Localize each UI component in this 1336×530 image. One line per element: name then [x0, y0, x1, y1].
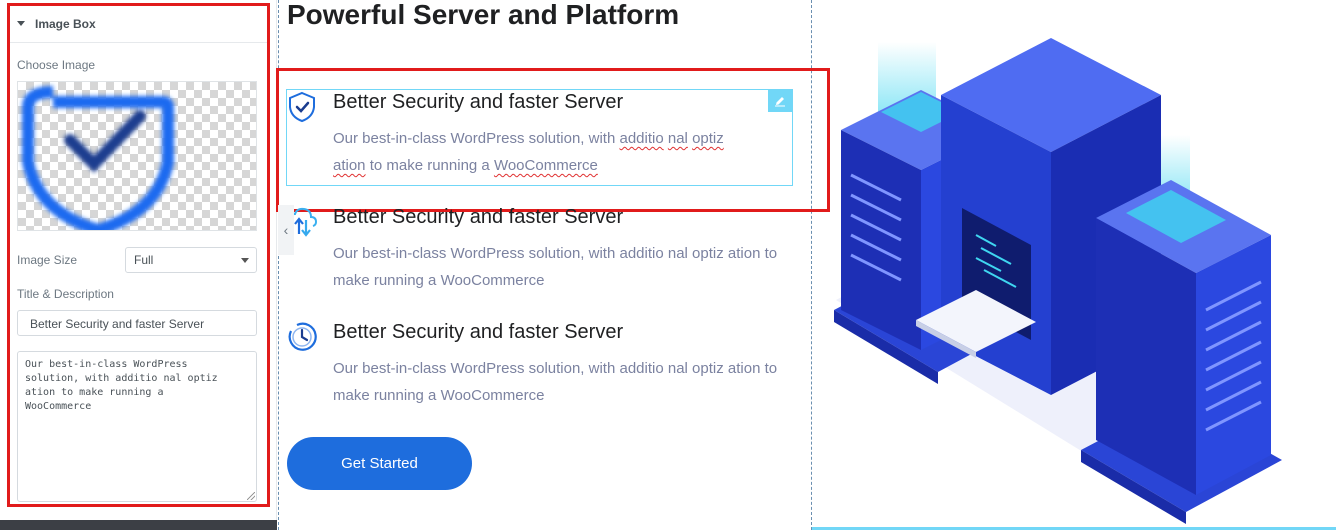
title-input[interactable]: Better Security and faster Server — [17, 310, 257, 336]
feature-item[interactable]: Better Security and faster Server Our be… — [287, 206, 797, 296]
server-illustration — [834, 38, 1282, 524]
caret-down-icon — [17, 21, 25, 26]
image-box-section-header[interactable]: Image Box — [9, 5, 267, 43]
pencil-icon — [775, 97, 785, 107]
image-preview[interactable] — [17, 81, 257, 231]
image-size-value: Full — [134, 253, 154, 267]
image-size-select[interactable]: Full — [125, 247, 257, 273]
description-textarea[interactable]: Our best-in-class WordPress solution, wi… — [17, 351, 257, 502]
feature-title: Better Security and faster Server — [333, 206, 624, 228]
choose-image-label: Choose Image — [17, 58, 96, 72]
selected-widget-outline — [286, 89, 793, 186]
panel-collapse-toggle[interactable]: ‹ — [278, 205, 294, 255]
editor-panel: Image Box Choose Image Image Size Full T… — [0, 0, 277, 530]
image-size-label: Image Size — [17, 253, 78, 267]
column-divider-left — [278, 0, 279, 530]
chevron-left-icon: ‹ — [283, 222, 289, 238]
feature-title: Better Security and faster Server — [333, 321, 624, 343]
shield-check-icon — [22, 86, 174, 230]
chevron-down-icon — [241, 258, 249, 263]
feature-description: Our best-in-class WordPress solution, wi… — [333, 245, 778, 289]
feature-description: Our best-in-class WordPress solution, wi… — [333, 360, 778, 404]
resize-grip-icon[interactable] — [247, 492, 255, 500]
title-description-label: Title & Description — [17, 287, 114, 301]
edit-widget-button[interactable] — [768, 90, 792, 112]
page-heading: Powerful Server and Platform — [287, 0, 680, 30]
feature-item[interactable]: Better Security and faster Server Our be… — [287, 321, 797, 411]
get-started-button[interactable]: Get Started — [287, 437, 472, 490]
panel-footer-bar — [0, 520, 277, 530]
clock-icon — [288, 322, 317, 351]
column-divider-right — [811, 0, 812, 530]
section-title: Image Box — [35, 16, 96, 31]
